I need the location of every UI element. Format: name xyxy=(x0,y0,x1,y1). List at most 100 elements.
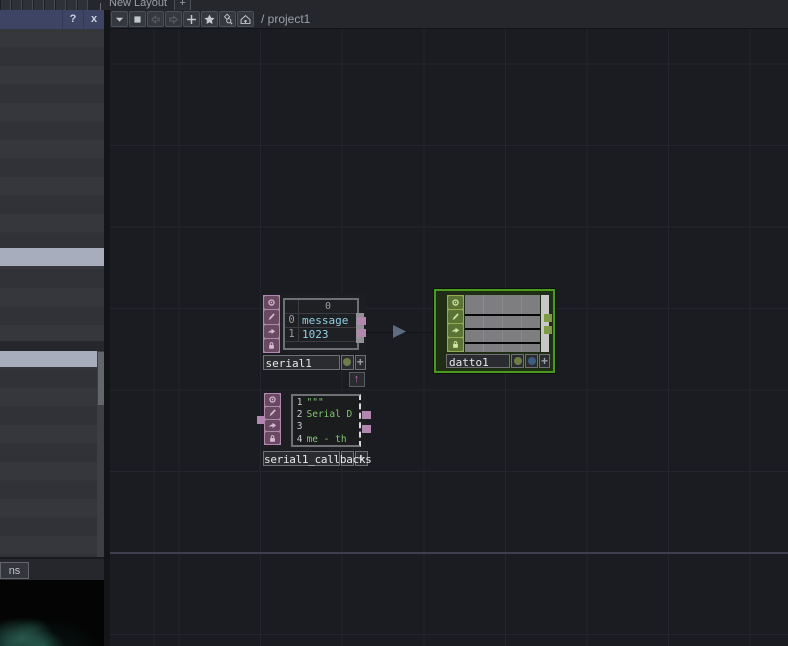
viewer-flag-icon[interactable] xyxy=(264,394,280,406)
layout-tab[interactable] xyxy=(11,0,22,10)
left-panel-header: ? x xyxy=(0,10,104,29)
node-serial1[interactable]: 0 0 message 1 1023 serial1 + ↑ xyxy=(262,294,366,389)
sidebar-selected-row[interactable] xyxy=(0,248,104,266)
output-connector[interactable] xyxy=(357,328,366,337)
lock-flag-icon[interactable] xyxy=(264,338,279,352)
docked-indicator[interactable]: ↑ xyxy=(348,371,365,387)
sidebar-list-bottom[interactable] xyxy=(0,351,104,557)
display-flag-cell[interactable] xyxy=(525,353,538,368)
stop-icon[interactable] xyxy=(129,11,146,27)
node-flag-column xyxy=(263,393,281,445)
help-button[interactable]: ? xyxy=(62,10,83,29)
node-serial1-callbacks[interactable]: 1 """ 2 Serial D 3 4 me - th + serial1_call… xyxy=(257,392,377,468)
caret-down-icon[interactable] xyxy=(111,11,128,27)
export-flag-icon[interactable] xyxy=(447,323,463,337)
add-flag-cell[interactable]: + xyxy=(355,450,368,466)
preview-thumbnail[interactable] xyxy=(0,580,104,646)
sidebar-section-divider xyxy=(0,341,104,351)
output-connector[interactable] xyxy=(543,313,552,322)
add-flag-cell[interactable]: + xyxy=(539,353,550,368)
up-arrow-icon: ↑ xyxy=(353,373,360,385)
table-row-line xyxy=(465,342,540,344)
layout-tab[interactable] xyxy=(66,0,77,10)
breadcrumb-path[interactable]: / project1 xyxy=(261,12,310,26)
close-panel-button[interactable]: x xyxy=(83,10,104,29)
node-flag-column xyxy=(263,295,280,353)
table-row: 0 message xyxy=(285,314,357,328)
grid-axis-line xyxy=(110,552,788,554)
layout-tab-strip: New Layout + xyxy=(0,0,788,10)
lock-flag-icon[interactable] xyxy=(447,337,463,351)
node-name-label[interactable]: serial1 xyxy=(262,354,340,370)
add-icon[interactable] xyxy=(183,11,200,27)
viewer-scrollbar[interactable] xyxy=(540,294,549,352)
plus-icon: + xyxy=(540,353,548,368)
sidebar-bottom-edge xyxy=(0,557,104,559)
export-flag-icon[interactable] xyxy=(264,419,280,432)
node-body[interactable]: 1 """ 2 Serial D 3 4 me - th xyxy=(262,392,371,450)
wire-arrow-icon xyxy=(393,325,406,338)
input-connector[interactable] xyxy=(257,416,264,424)
add-layout-tab-button[interactable]: + xyxy=(174,0,192,10)
viewer-flag-icon[interactable] xyxy=(264,296,279,310)
edit-flag-icon[interactable] xyxy=(264,310,279,324)
table-row: 1 1023 xyxy=(285,328,357,342)
layout-tab[interactable] xyxy=(55,0,66,10)
table-corner-cell xyxy=(285,300,299,313)
layout-tab[interactable] xyxy=(33,0,44,10)
bypass-flag-cell[interactable] xyxy=(340,354,354,370)
sidebar-selected-row-2[interactable] xyxy=(0,351,97,367)
sidebar-scrollbar[interactable] xyxy=(97,351,104,557)
cell-value: 1023 xyxy=(302,328,329,341)
layout-tab[interactable] xyxy=(44,0,55,10)
dat-table-viewer: 0 0 message 1 1023 xyxy=(283,298,359,350)
preview-tab[interactable]: ns xyxy=(0,562,29,579)
star-icon[interactable] xyxy=(201,11,218,27)
layout-tab[interactable] xyxy=(77,0,88,10)
bypass-flag-cell[interactable] xyxy=(511,353,524,368)
code-line: 1 """ xyxy=(296,396,324,408)
output-connector[interactable] xyxy=(361,411,371,419)
row-index: 1 xyxy=(285,328,299,341)
table-header-row: 0 xyxy=(285,300,357,314)
layout-tab[interactable] xyxy=(0,0,11,10)
scrollbar-thumb[interactable] xyxy=(97,352,104,405)
node-datto1[interactable]: datto1 + xyxy=(433,288,555,373)
viewer-flag-icon[interactable] xyxy=(447,295,463,309)
home-icon[interactable] xyxy=(237,11,254,27)
touchdesigner-window: New Layout + ? x / project1 ns 0 0 messa… xyxy=(0,0,788,646)
bypass-flag-cell[interactable] xyxy=(341,450,354,466)
op-find-icon[interactable] xyxy=(219,11,236,27)
tab-divider xyxy=(100,3,101,10)
table-column-header: 0 xyxy=(324,301,332,312)
sidebar-list-top[interactable] xyxy=(0,29,104,341)
forward-arrow-icon[interactable] xyxy=(165,11,182,27)
row-index: 0 xyxy=(285,314,299,327)
output-connector[interactable] xyxy=(361,424,371,433)
node-flag-column xyxy=(446,294,464,352)
network-toolbar: / project1 xyxy=(110,10,788,29)
code-line: 4 me - th xyxy=(296,433,347,445)
output-connector[interactable] xyxy=(357,317,366,325)
cell-value: message xyxy=(302,314,349,327)
node-body[interactable]: 0 0 message 1 1023 xyxy=(262,294,366,354)
edit-flag-icon[interactable] xyxy=(264,406,280,419)
dat-table-preview xyxy=(465,294,540,352)
code-line: 2 Serial D xyxy=(296,408,353,420)
add-flag-cell[interactable]: + xyxy=(354,354,366,370)
export-flag-icon[interactable] xyxy=(264,324,279,338)
network-editor[interactable]: 0 0 message 1 1023 serial1 + ↑ datto1 + … xyxy=(110,29,788,646)
node-name-label[interactable] xyxy=(262,450,340,466)
flag-dot xyxy=(513,356,522,365)
output-connector[interactable] xyxy=(543,325,552,334)
edit-flag-icon[interactable] xyxy=(447,309,463,323)
layout-tab[interactable] xyxy=(22,0,33,10)
tab-new-layout[interactable]: New Layout xyxy=(109,0,167,10)
plus-icon: + xyxy=(357,451,365,465)
node-name-label[interactable]: datto1 xyxy=(446,353,510,369)
back-arrow-icon[interactable] xyxy=(147,11,164,27)
lock-flag-icon[interactable] xyxy=(264,432,280,444)
text-dat-viewer: 1 """ 2 Serial D 3 4 me - th xyxy=(290,393,361,447)
plus-icon: + xyxy=(356,355,364,369)
code-line: 3 xyxy=(296,421,303,433)
